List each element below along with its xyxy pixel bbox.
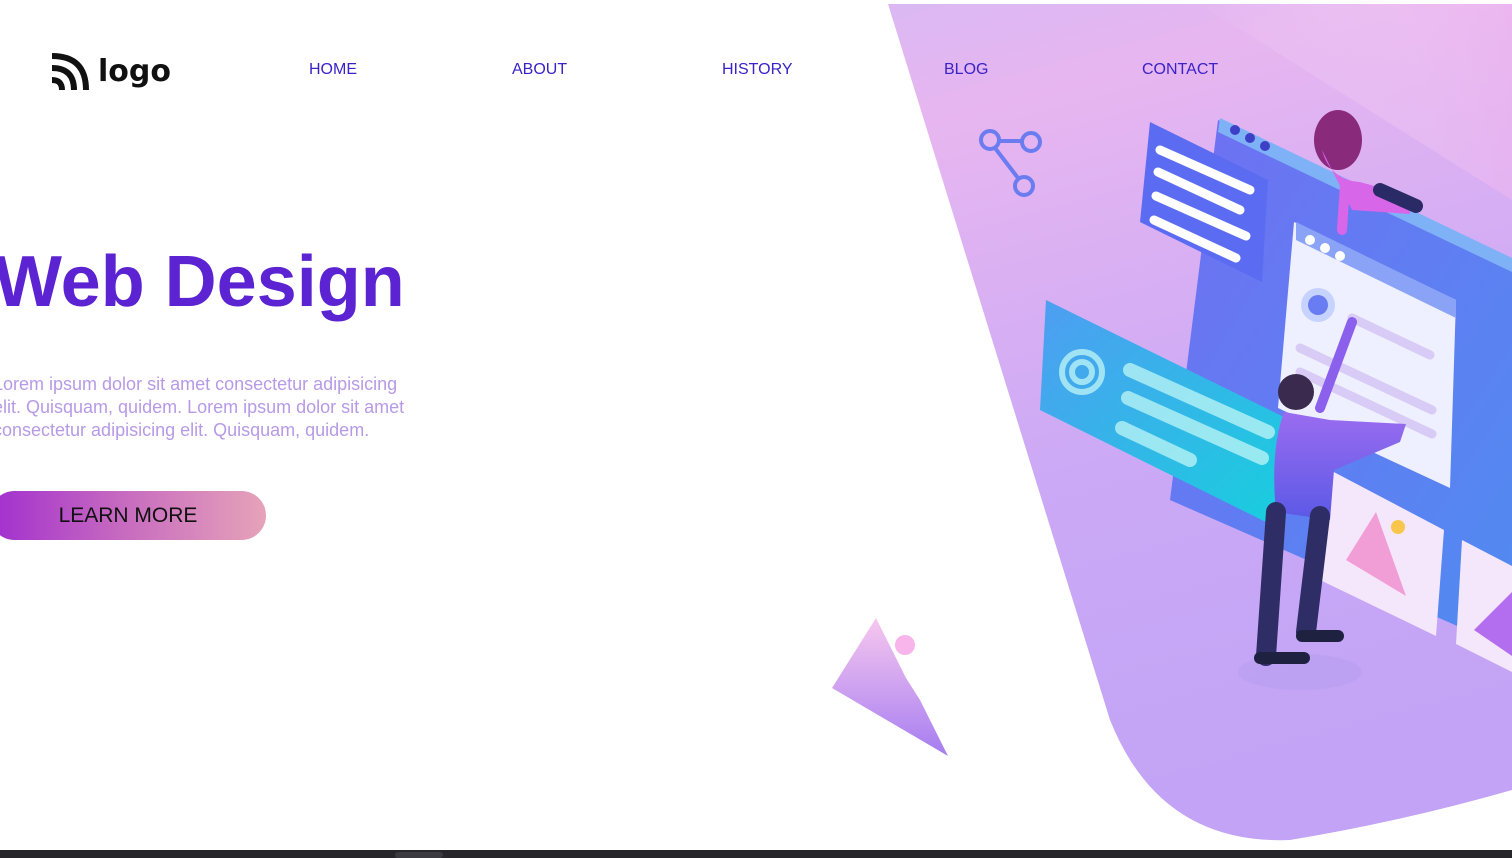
nav-blog[interactable]: BLOG [944, 58, 988, 82]
nav-home[interactable]: HOME [309, 58, 357, 82]
nav-history[interactable]: HISTORY [722, 58, 793, 82]
hero-title: Web Design [0, 242, 405, 322]
bottom-bar [0, 850, 1512, 858]
nav-about[interactable]: ABOUT [512, 58, 567, 82]
scroll-handle[interactable] [395, 852, 443, 858]
hero-description: Lorem ipsum dolor sit amet consectetur a… [0, 374, 405, 440]
learn-more-label: LEARN MORE [58, 503, 198, 527]
main-nav: HOME ABOUT HISTORY BLOG CONTACT [0, 58, 1512, 82]
mountain-icon [832, 618, 948, 756]
nav-contact[interactable]: CONTACT [1142, 58, 1218, 82]
learn-more-button[interactable]: LEARN MORE [0, 491, 266, 540]
